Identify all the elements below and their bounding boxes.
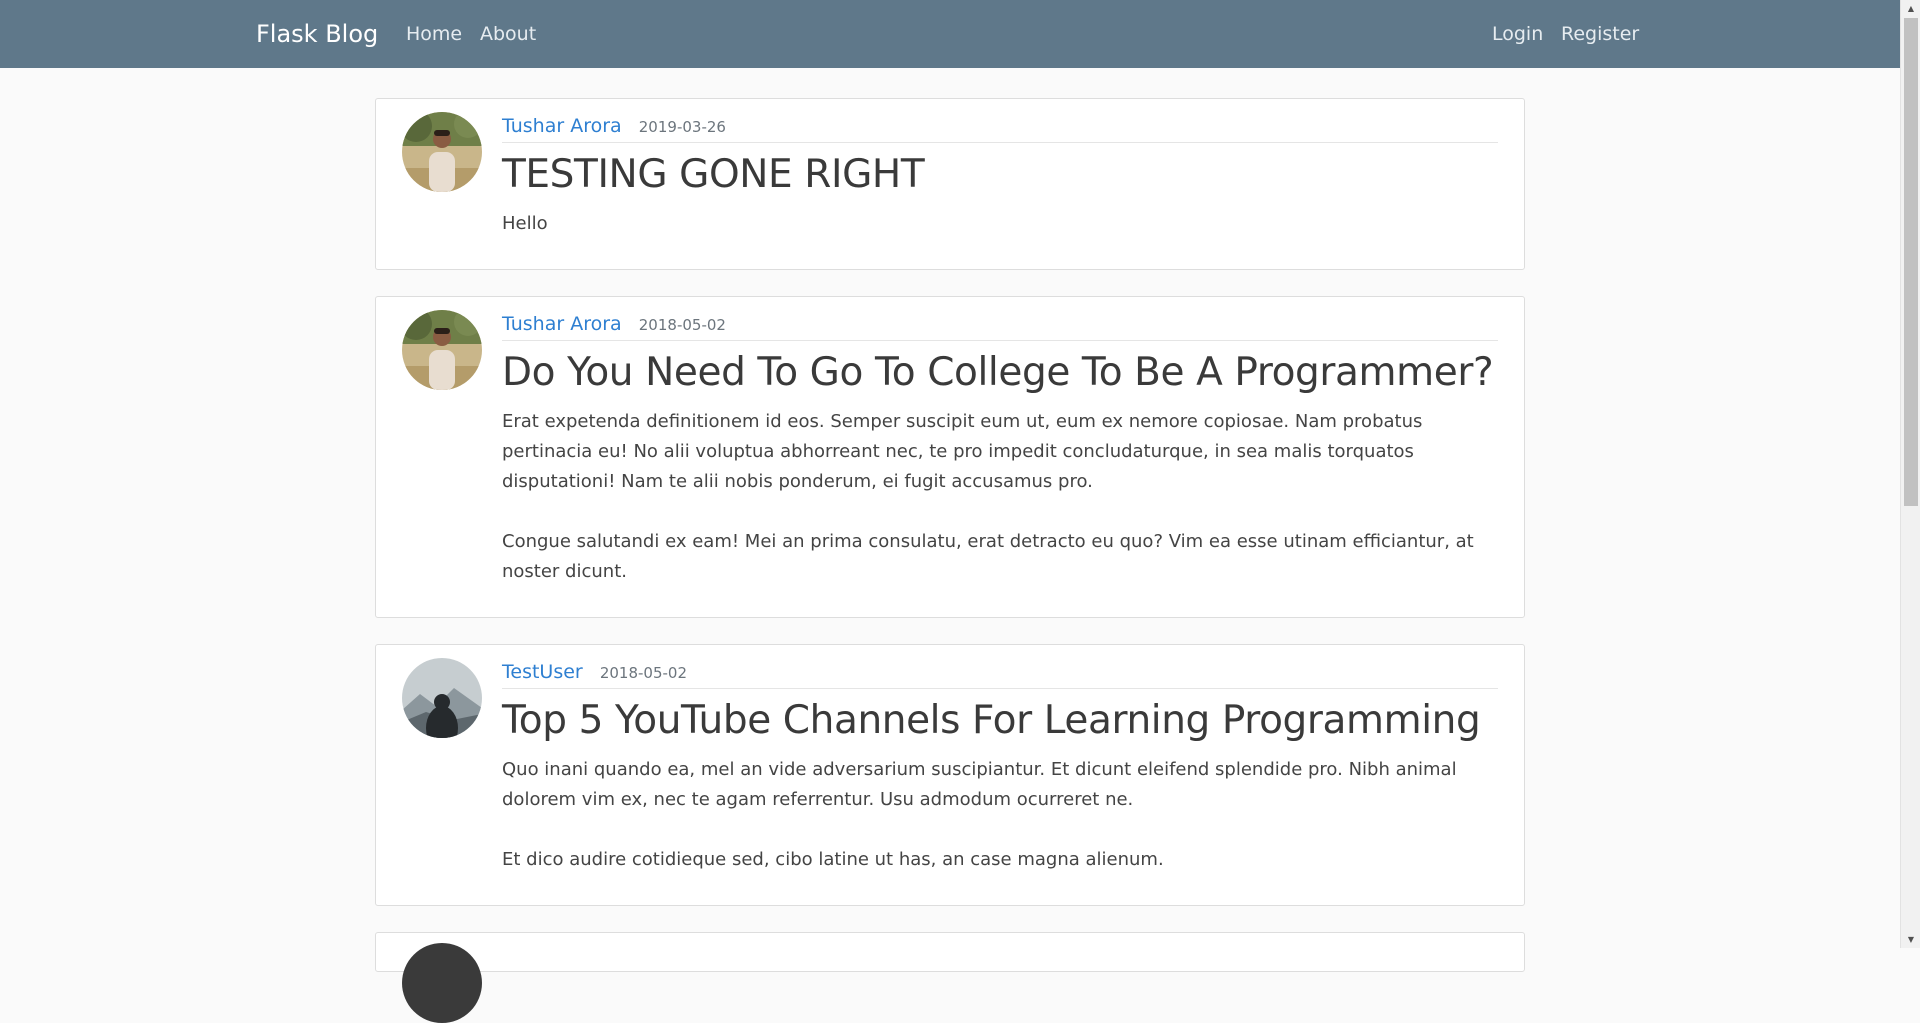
post-title[interactable]: Top 5 YouTube Channels For Learning Prog… <box>502 697 1481 745</box>
post-card: TestUser 2018-05-02 Top 5 YouTube Channe… <box>375 644 1525 906</box>
nav-link-home[interactable]: Home <box>406 22 462 46</box>
post-date: 2018-05-02 <box>638 316 726 334</box>
post-date: 2019-03-26 <box>638 118 726 136</box>
author-avatar <box>402 943 482 1023</box>
author-avatar <box>402 310 482 390</box>
scroll-up-icon[interactable]: ▲ <box>1901 0 1920 17</box>
post-content: Quo inani quando ea, mel an vide adversa… <box>502 759 1457 870</box>
nav-link-register[interactable]: Register <box>1561 22 1639 46</box>
author-link[interactable]: TestUser <box>502 659 583 685</box>
nav-link-login[interactable]: Login <box>1492 22 1543 46</box>
post-meta: Tushar Arora 2019-03-26 <box>502 113 1498 143</box>
post-card: Tushar Arora 2019-03-26 TESTING GONE RIG… <box>375 98 1525 270</box>
vertical-scrollbar[interactable]: ▲ ▼ <box>1900 0 1920 948</box>
post-title[interactable]: Do You Need To Go To College To Be A Pro… <box>502 349 1494 397</box>
post-content: Hello <box>502 213 548 234</box>
scrollbar-thumb[interactable] <box>1904 18 1918 506</box>
post-date: 2018-05-02 <box>599 664 688 682</box>
navbar: Flask Blog Home About Login Register <box>0 0 1900 68</box>
post-content: Erat expetenda definitionem id eos. Semp… <box>502 411 1474 582</box>
post-card-partial <box>375 932 1525 1023</box>
author-link[interactable]: Tushar Arora <box>502 311 622 337</box>
post-title[interactable]: TESTING GONE RIGHT <box>502 151 925 199</box>
post-meta: TestUser 2018-05-02 <box>502 659 1498 689</box>
post-meta: Tushar Arora 2018-05-02 <box>502 311 1498 341</box>
author-link[interactable]: Tushar Arora <box>502 113 622 139</box>
brand-link[interactable]: Flask Blog <box>256 19 378 49</box>
post-card: Tushar Arora 2018-05-02 Do You Need To G… <box>375 296 1525 618</box>
nav-link-about[interactable]: About <box>480 22 536 46</box>
author-avatar <box>402 658 482 738</box>
scroll-down-icon[interactable]: ▼ <box>1901 931 1920 948</box>
author-avatar <box>402 112 482 192</box>
